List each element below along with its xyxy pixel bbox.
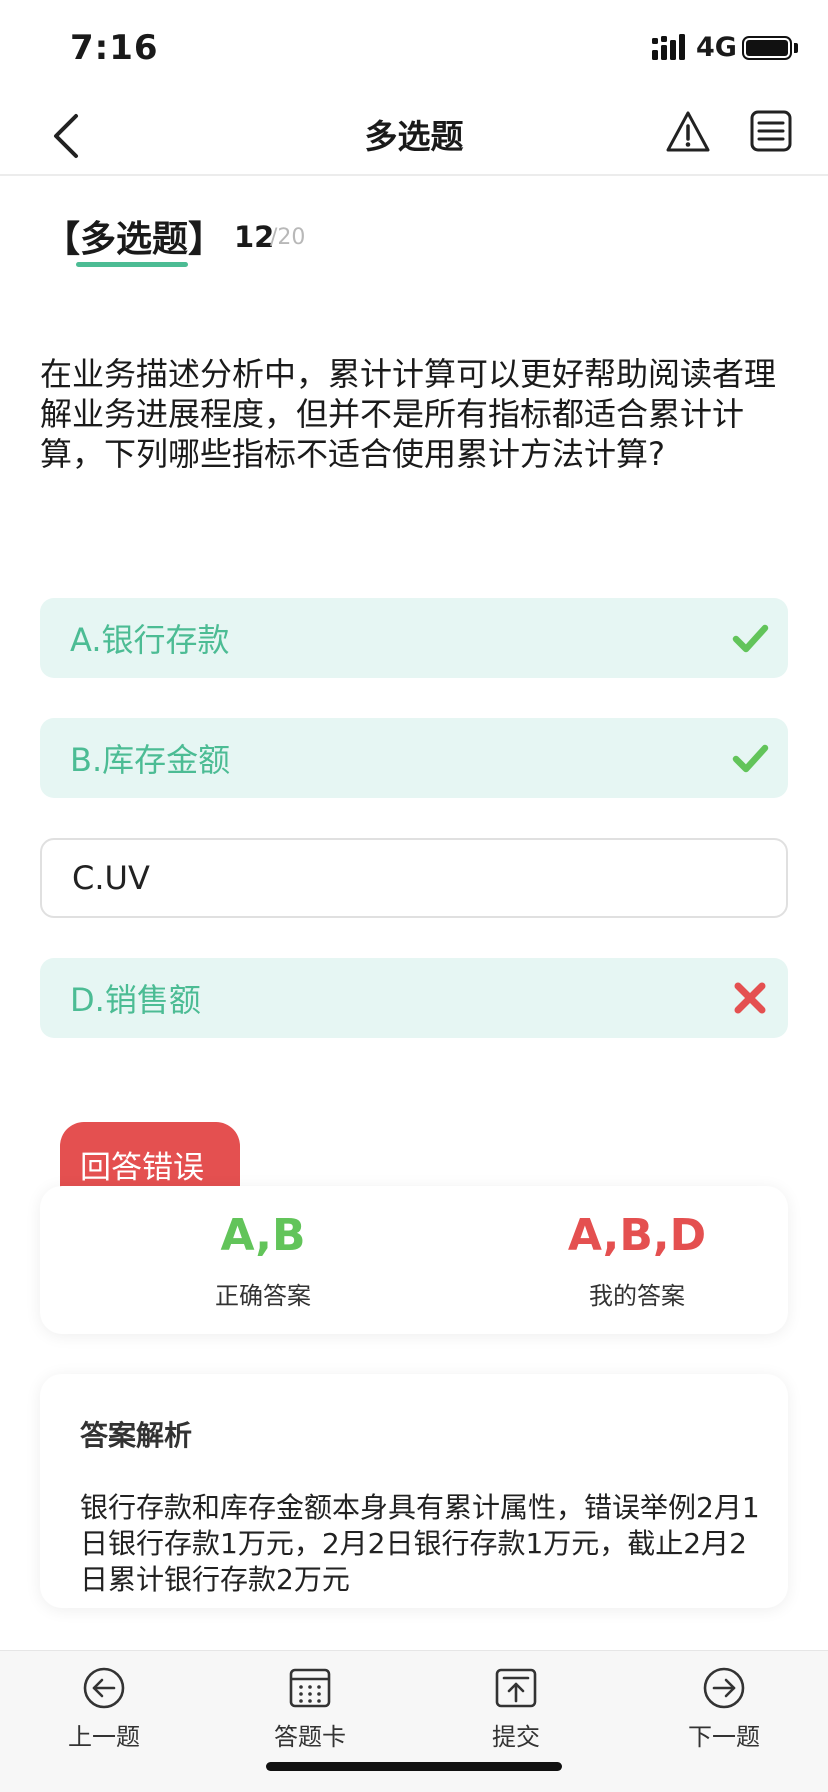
signal-icon — [652, 34, 685, 60]
question-text: 在业务描述分析中，累计计算可以更好帮助阅读者理解业务进展程度，但并不是所有指标都… — [40, 355, 777, 473]
network-type: 4G — [696, 32, 737, 63]
analysis-title: 答案解析 — [80, 1419, 193, 1452]
status-time: 7:16 — [70, 28, 159, 68]
answer-sheet-label: 答题卡 — [274, 1723, 346, 1751]
nav-bar: 多选题 — [0, 96, 828, 176]
check-icon — [732, 624, 769, 653]
question-total: /20 — [270, 225, 306, 250]
my-answer-label: 我的答案 — [589, 1282, 685, 1310]
submit-button[interactable]: 提交 — [446, 1665, 586, 1752]
question-type: 【多选题】 — [44, 219, 225, 260]
question-index: 12 — [234, 220, 275, 254]
answer-sheet-icon — [289, 1668, 331, 1708]
prev-question-label: 上一题 — [68, 1723, 140, 1751]
list-icon — [750, 110, 792, 152]
cross-icon — [734, 982, 766, 1014]
option-d[interactable]: D.销售额 — [40, 958, 788, 1038]
result-card: A,B 正确答案 A,B,D 我的答案 — [40, 1186, 788, 1334]
correct-answer-value: A,B — [220, 1210, 306, 1261]
home-indicator[interactable] — [266, 1762, 562, 1771]
option-c[interactable]: C.UV — [40, 838, 788, 918]
option-a[interactable]: A.银行存款 — [40, 598, 788, 678]
my-answer-value: A,B,D — [567, 1210, 707, 1261]
option-label: B.库存金额 — [70, 741, 231, 779]
option-b[interactable]: B.库存金额 — [40, 718, 788, 798]
correct-answer-block: A,B 正确答案 — [138, 1208, 388, 1311]
option-label: C.UV — [72, 859, 150, 897]
arrow-left-circle-icon — [83, 1667, 125, 1709]
battery-cap — [794, 43, 798, 53]
status-bar: 7:16 4G — [0, 0, 828, 96]
submit-label: 提交 — [492, 1723, 540, 1751]
arrow-right-circle-icon — [703, 1667, 745, 1709]
correct-answer-label: 正确答案 — [215, 1282, 311, 1310]
check-icon — [732, 744, 769, 773]
option-label: D.销售额 — [70, 981, 201, 1019]
menu-button[interactable] — [748, 108, 794, 154]
report-button[interactable] — [664, 108, 712, 156]
prev-question-button[interactable]: 上一题 — [34, 1665, 174, 1752]
next-question-label: 下一题 — [688, 1723, 760, 1751]
answer-sheet-button[interactable]: 答题卡 — [240, 1665, 380, 1752]
next-question-button[interactable]: 下一题 — [654, 1665, 794, 1752]
submit-icon — [495, 1668, 537, 1708]
battery-icon — [742, 36, 792, 60]
my-answer-block: A,B,D 我的答案 — [512, 1208, 762, 1311]
analysis-text: 银行存款和库存金额本身具有累计属性，错误举例2月1日银行存款1万元，2月2日银行… — [80, 1491, 760, 1596]
warning-icon — [666, 111, 710, 152]
analysis-card: 答案解析 银行存款和库存金额本身具有累计属性，错误举例2月1日银行存款1万元，2… — [40, 1374, 788, 1608]
result-badge: 回答错误 — [60, 1122, 240, 1192]
option-label: A.银行存款 — [70, 621, 230, 659]
question-type-underline — [76, 262, 188, 267]
